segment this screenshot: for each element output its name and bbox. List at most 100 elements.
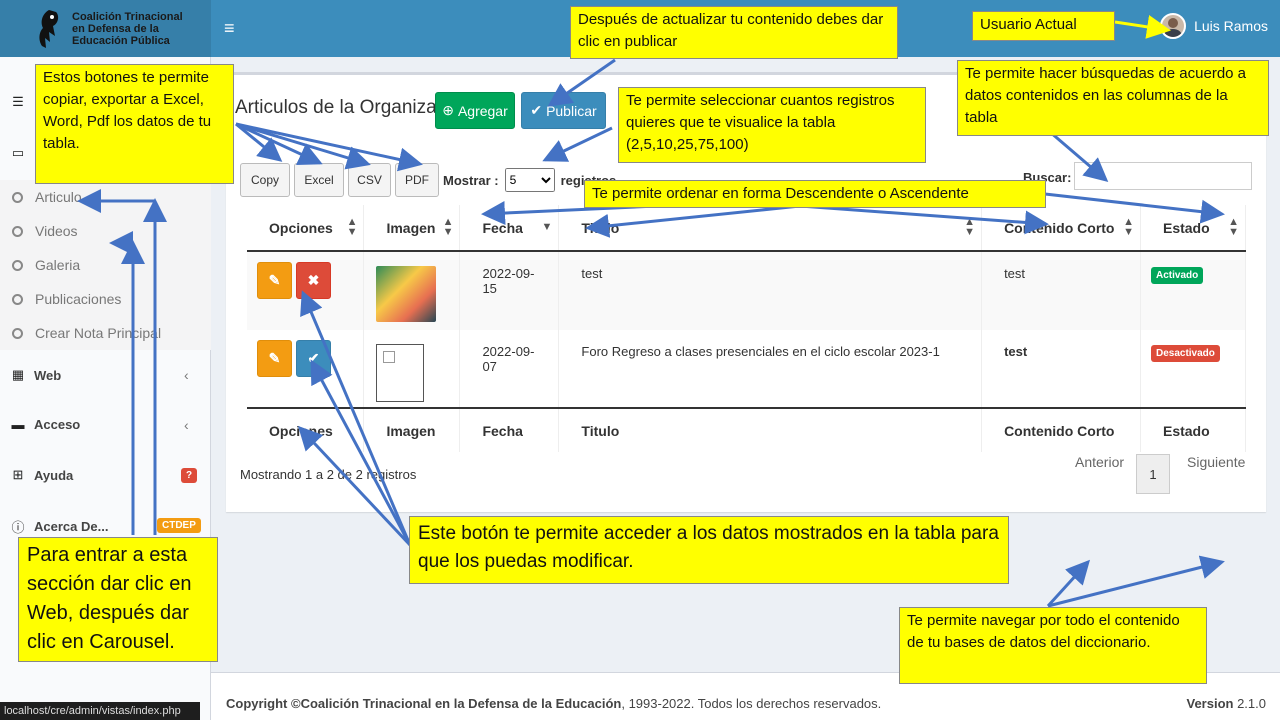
column-header-contenido[interactable]: Contenido Corto ▲ ▼ (981, 205, 1141, 252)
column-header-label: Titulo (581, 219, 620, 236)
annotation-botones: Estos botones te permite copiar, exporta… (35, 64, 234, 184)
footer-imagen: Imagen (363, 407, 461, 452)
sidebar-item-web[interactable]: ▦ Web (10, 367, 61, 383)
copy-button[interactable]: Copy (240, 163, 290, 197)
column-header-fecha[interactable]: Fecha ▼ (459, 205, 560, 252)
circle-icon (12, 293, 23, 305)
excel-button[interactable]: Excel (294, 163, 344, 197)
logo-area[interactable]: Coalición Trinacional en Defensa de la E… (0, 0, 211, 57)
user-name: Luis Ramos (1194, 18, 1268, 34)
edit-button[interactable]: ✎ (257, 340, 292, 377)
dashboard-icon: ☰ (12, 94, 24, 109)
sidebar-item-label: Web (34, 367, 62, 383)
sort-icon: ▲ ▼ (1228, 216, 1239, 238)
org-line-2: en Defensa de la (72, 22, 159, 35)
csv-button[interactable]: CSV (348, 163, 391, 197)
footer-estado: Estado (1140, 407, 1247, 452)
deactivate-button[interactable]: ✖ (296, 262, 331, 299)
laptop-icon: ▭ (11, 145, 25, 160)
sidebar-subitem-articulo[interactable]: Articulo (12, 189, 82, 205)
org-line-1: Coalición Trinacional (72, 10, 183, 23)
sidebar-item-acerca[interactable]: ⓘ Acerca De... (10, 517, 108, 536)
pencil-icon: ✎ (268, 272, 281, 288)
annotation-publicar: Después de actualizar tu contenido debes… (570, 6, 898, 59)
image-cell (363, 330, 461, 408)
version-info: Version 2.1.0 (1186, 696, 1266, 711)
circle-icon (12, 191, 23, 203)
add-button-label: Agregar (457, 102, 508, 119)
circle-icon (12, 225, 23, 237)
column-header-label: Opciones (269, 219, 333, 236)
annotation-busquedas: Te permite hacer búsquedas de acuerdo a … (957, 60, 1269, 136)
copyright: Copyright ©Coalición Trinacional en la D… (226, 696, 881, 711)
plus-circle-icon: ⊕ (442, 102, 454, 118)
column-header-titulo[interactable]: Titulo ▲ ▼ (558, 205, 983, 252)
sidebar-subitem-label: Videos (35, 223, 78, 239)
sort-icon: ▲ ▼ (346, 216, 358, 238)
sidebar-subitem-label: Publicaciones (35, 291, 122, 307)
table-info: Mostrando 1 a 2 de 2 registros (240, 467, 417, 482)
sidebar-item-label: Ayuda (34, 467, 74, 483)
next-page-button[interactable]: Siguiente (1187, 454, 1245, 470)
column-header-estado[interactable]: Estado ▲ ▼ (1140, 205, 1247, 252)
menu-toggle-icon[interactable]: ≡ (224, 18, 235, 39)
summary-cell: test (981, 251, 1141, 330)
column-header-label: Fecha (482, 219, 523, 236)
status-cell: Desactivado (1140, 330, 1247, 408)
previous-page-button[interactable]: Anterior (1075, 454, 1124, 470)
page-length-select[interactable]: 5 (504, 168, 555, 192)
column-header-opciones[interactable]: Opciones ▲ ▼ (247, 205, 365, 252)
broken-image-icon[interactable] (376, 344, 425, 402)
table-row: ✎ ✔ 2022-09-07 Foro Regreso a clases pre… (247, 330, 1247, 408)
annotation-usuario: Usuario Actual (972, 11, 1115, 41)
sidebar-item-label: Acerca De... (34, 519, 109, 534)
article-thumbnail[interactable] (376, 266, 437, 322)
sidebar-item-dashboard[interactable]: ☰ (10, 94, 34, 110)
column-header-imagen[interactable]: Imagen ▲ ▼ (363, 205, 461, 252)
page-number-button[interactable]: 1 (1136, 454, 1170, 494)
activate-button[interactable]: ✔ (296, 340, 331, 377)
version-number: 2.1.0 (1237, 696, 1266, 711)
chevron-left-icon[interactable]: ‹ (184, 417, 189, 433)
options-cell: ✎ ✔ (247, 330, 365, 408)
sidebar-item-acceso[interactable]: ▬ Acceso (10, 417, 81, 432)
info-icon: ⓘ (11, 520, 25, 535)
copyright-org[interactable]: Coalición Trinacional en la Defensa de l… (301, 696, 622, 711)
column-header-label: Contenido Corto (1004, 219, 1115, 236)
user-menu[interactable]: Luis Ramos (1160, 13, 1268, 39)
annotation-seccion: Para entrar a esta sección dar clic en W… (18, 537, 218, 662)
column-header-label: Imagen (386, 219, 436, 236)
chevron-left-icon[interactable]: ‹ (184, 367, 189, 383)
edit-button[interactable]: ✎ (257, 262, 292, 299)
circle-icon (12, 327, 23, 339)
title-cell: test (558, 251, 983, 330)
folder-icon: ▬ (11, 417, 25, 432)
options-cell: ✎ ✖ (247, 251, 365, 330)
sidebar-subitem-label: Galeria (35, 257, 81, 273)
annotation-editar: Este botón te permite acceder a los dato… (409, 516, 1009, 584)
search-input[interactable] (1074, 162, 1252, 190)
footer-fecha: Fecha (459, 407, 560, 452)
version-label: Version (1186, 696, 1234, 711)
status-url: localhost/cre/admin/vistas/index.php (0, 702, 200, 720)
sidebar-subitem-crear-nota[interactable]: Crear Nota Principal (12, 325, 161, 341)
sidebar-item-ayuda[interactable]: ⊞ Ayuda (10, 467, 74, 483)
sidebar-subitem-label: Crear Nota Principal (35, 325, 162, 341)
sidebar-subitem-galeria[interactable]: Galeria (12, 257, 80, 273)
footer-opciones: Opciones (247, 407, 365, 452)
footer-titulo: Titulo (558, 407, 983, 452)
pdf-button[interactable]: PDF (395, 163, 439, 197)
sidebar-subitem-publicaciones[interactable]: Publicaciones (12, 291, 121, 307)
publish-button[interactable]: ✔ Publicar (521, 92, 606, 129)
copyright-prefix: Copyright © (226, 696, 301, 711)
image-cell (363, 251, 461, 330)
help-badge: ? (181, 468, 198, 483)
close-icon: ✖ (307, 272, 320, 288)
pencil-icon: ✎ (268, 350, 281, 366)
articles-table: Opciones ▲ ▼ Imagen ▲ ▼ Fecha ▼ Titulo ▲ ▼ Cont… (247, 205, 1247, 452)
sidebar-subitem-videos[interactable]: Videos (12, 223, 78, 239)
add-button[interactable]: ⊕ Agregar (435, 92, 515, 129)
title-cell: Foro Regreso a clases presenciales en el… (558, 330, 983, 408)
copyright-suffix: , 1993-2022. Todos los derechos reservad… (621, 696, 882, 711)
sidebar-item-contenido[interactable]: ▭ (10, 145, 34, 161)
